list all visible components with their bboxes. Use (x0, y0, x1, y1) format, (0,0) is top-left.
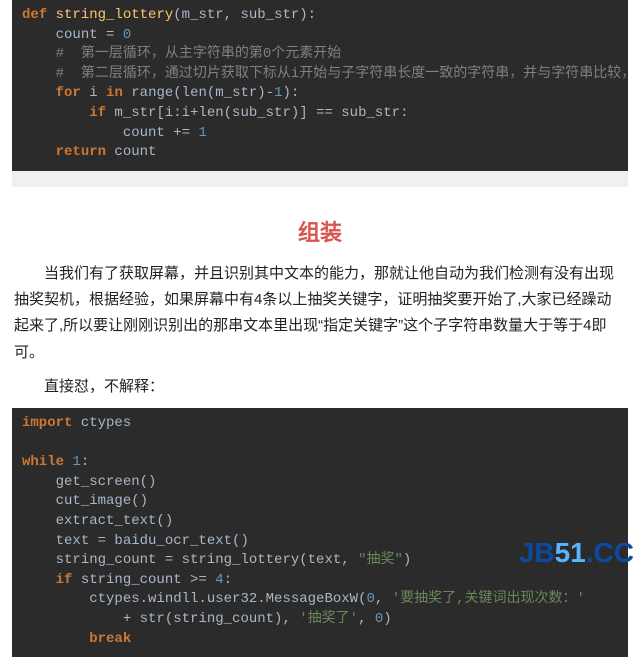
horizontal-scrollbar[interactable] (12, 171, 628, 187)
paragraph-2: 直接怼，不解释： (14, 374, 626, 400)
comment: # 第一层循环，从主字符串的第0个元素开始 (56, 46, 342, 62)
section-heading: 组装 (0, 215, 640, 247)
code-block-2: import ctypes while 1: get_screen() cut_… (12, 408, 628, 657)
fn-name: string_lottery (56, 7, 174, 23)
paragraph-1: 当我们有了获取屏幕，并且识别其中文本的能力，那就让他自动为我们检测有没有出现抽奖… (14, 261, 626, 366)
code-block-1: def string_lottery(m_str, sub_str): coun… (12, 0, 628, 171)
comment: # 第二层循环，通过切片获取下标从i开始与子字符串长度一致的字符串，并与字符串比… (56, 66, 628, 82)
kw-def: def (22, 7, 47, 23)
